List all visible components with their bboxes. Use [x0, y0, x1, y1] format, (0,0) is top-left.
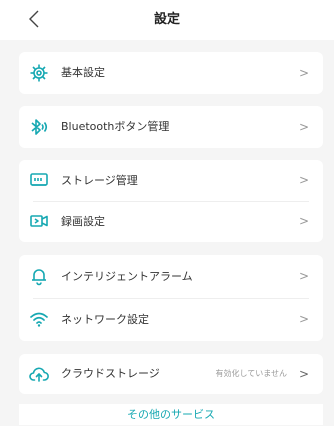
- status-text: 有効化していません: [215, 369, 287, 378]
- settings-item-alarm[interactable]: インテリジェントアラーム >: [19, 255, 323, 298]
- settings-item-label: 録画設定: [61, 215, 105, 228]
- settings-item-basic[interactable]: 基本設定 >: [19, 52, 323, 94]
- page-title: 設定: [153, 12, 180, 27]
- bell-icon: [32, 269, 46, 286]
- cloud-upload-icon: [29, 367, 49, 382]
- settings-item-label: ストレージ管理: [61, 174, 138, 187]
- header-bar: 設定: [0, 0, 334, 40]
- more-services-link[interactable]: その他のサービス: [19, 404, 323, 425]
- settings-item-label: クラウドストレージ: [61, 367, 160, 380]
- chevron-right-icon: >: [298, 367, 309, 381]
- chevron-right-icon: >: [298, 120, 309, 134]
- video-camera-icon: [30, 215, 48, 227]
- gear-icon: [30, 64, 48, 82]
- settings-item-label: 基本設定: [61, 66, 105, 79]
- settings-item-label: ネットワーク設定: [61, 313, 149, 326]
- settings-item-recording[interactable]: 録画設定 >: [19, 201, 323, 242]
- settings-card-alerts: インテリジェントアラーム > ネットワーク設定 >: [19, 255, 323, 341]
- settings-card-bluetooth: Bluetoothボタン管理 >: [19, 106, 323, 148]
- settings-item-bluetooth[interactable]: Bluetoothボタン管理 >: [19, 106, 323, 148]
- wifi-icon: [30, 312, 48, 327]
- chevron-right-icon: >: [298, 312, 309, 326]
- settings-item-cloud-storage[interactable]: クラウドストレージ 有効化していません >: [19, 354, 323, 394]
- settings-item-network[interactable]: ネットワーク設定 >: [19, 298, 323, 341]
- settings-card-basic: 基本設定 >: [19, 52, 323, 94]
- settings-item-label: Bluetoothボタン管理: [61, 120, 170, 133]
- chevron-right-icon: >: [298, 214, 309, 228]
- chevron-right-icon: >: [298, 66, 309, 80]
- settings-card-storage: ストレージ管理 > 録画設定 >: [19, 160, 323, 242]
- chevron-right-icon: >: [298, 173, 309, 187]
- settings-item-label: インテリジェントアラーム: [61, 270, 193, 283]
- storage-icon: [30, 173, 48, 186]
- bluetooth-icon: [31, 119, 48, 135]
- chevron-right-icon: >: [298, 269, 309, 283]
- settings-item-storage[interactable]: ストレージ管理 >: [19, 160, 323, 201]
- settings-card-cloud: クラウドストレージ 有効化していません >: [19, 354, 323, 394]
